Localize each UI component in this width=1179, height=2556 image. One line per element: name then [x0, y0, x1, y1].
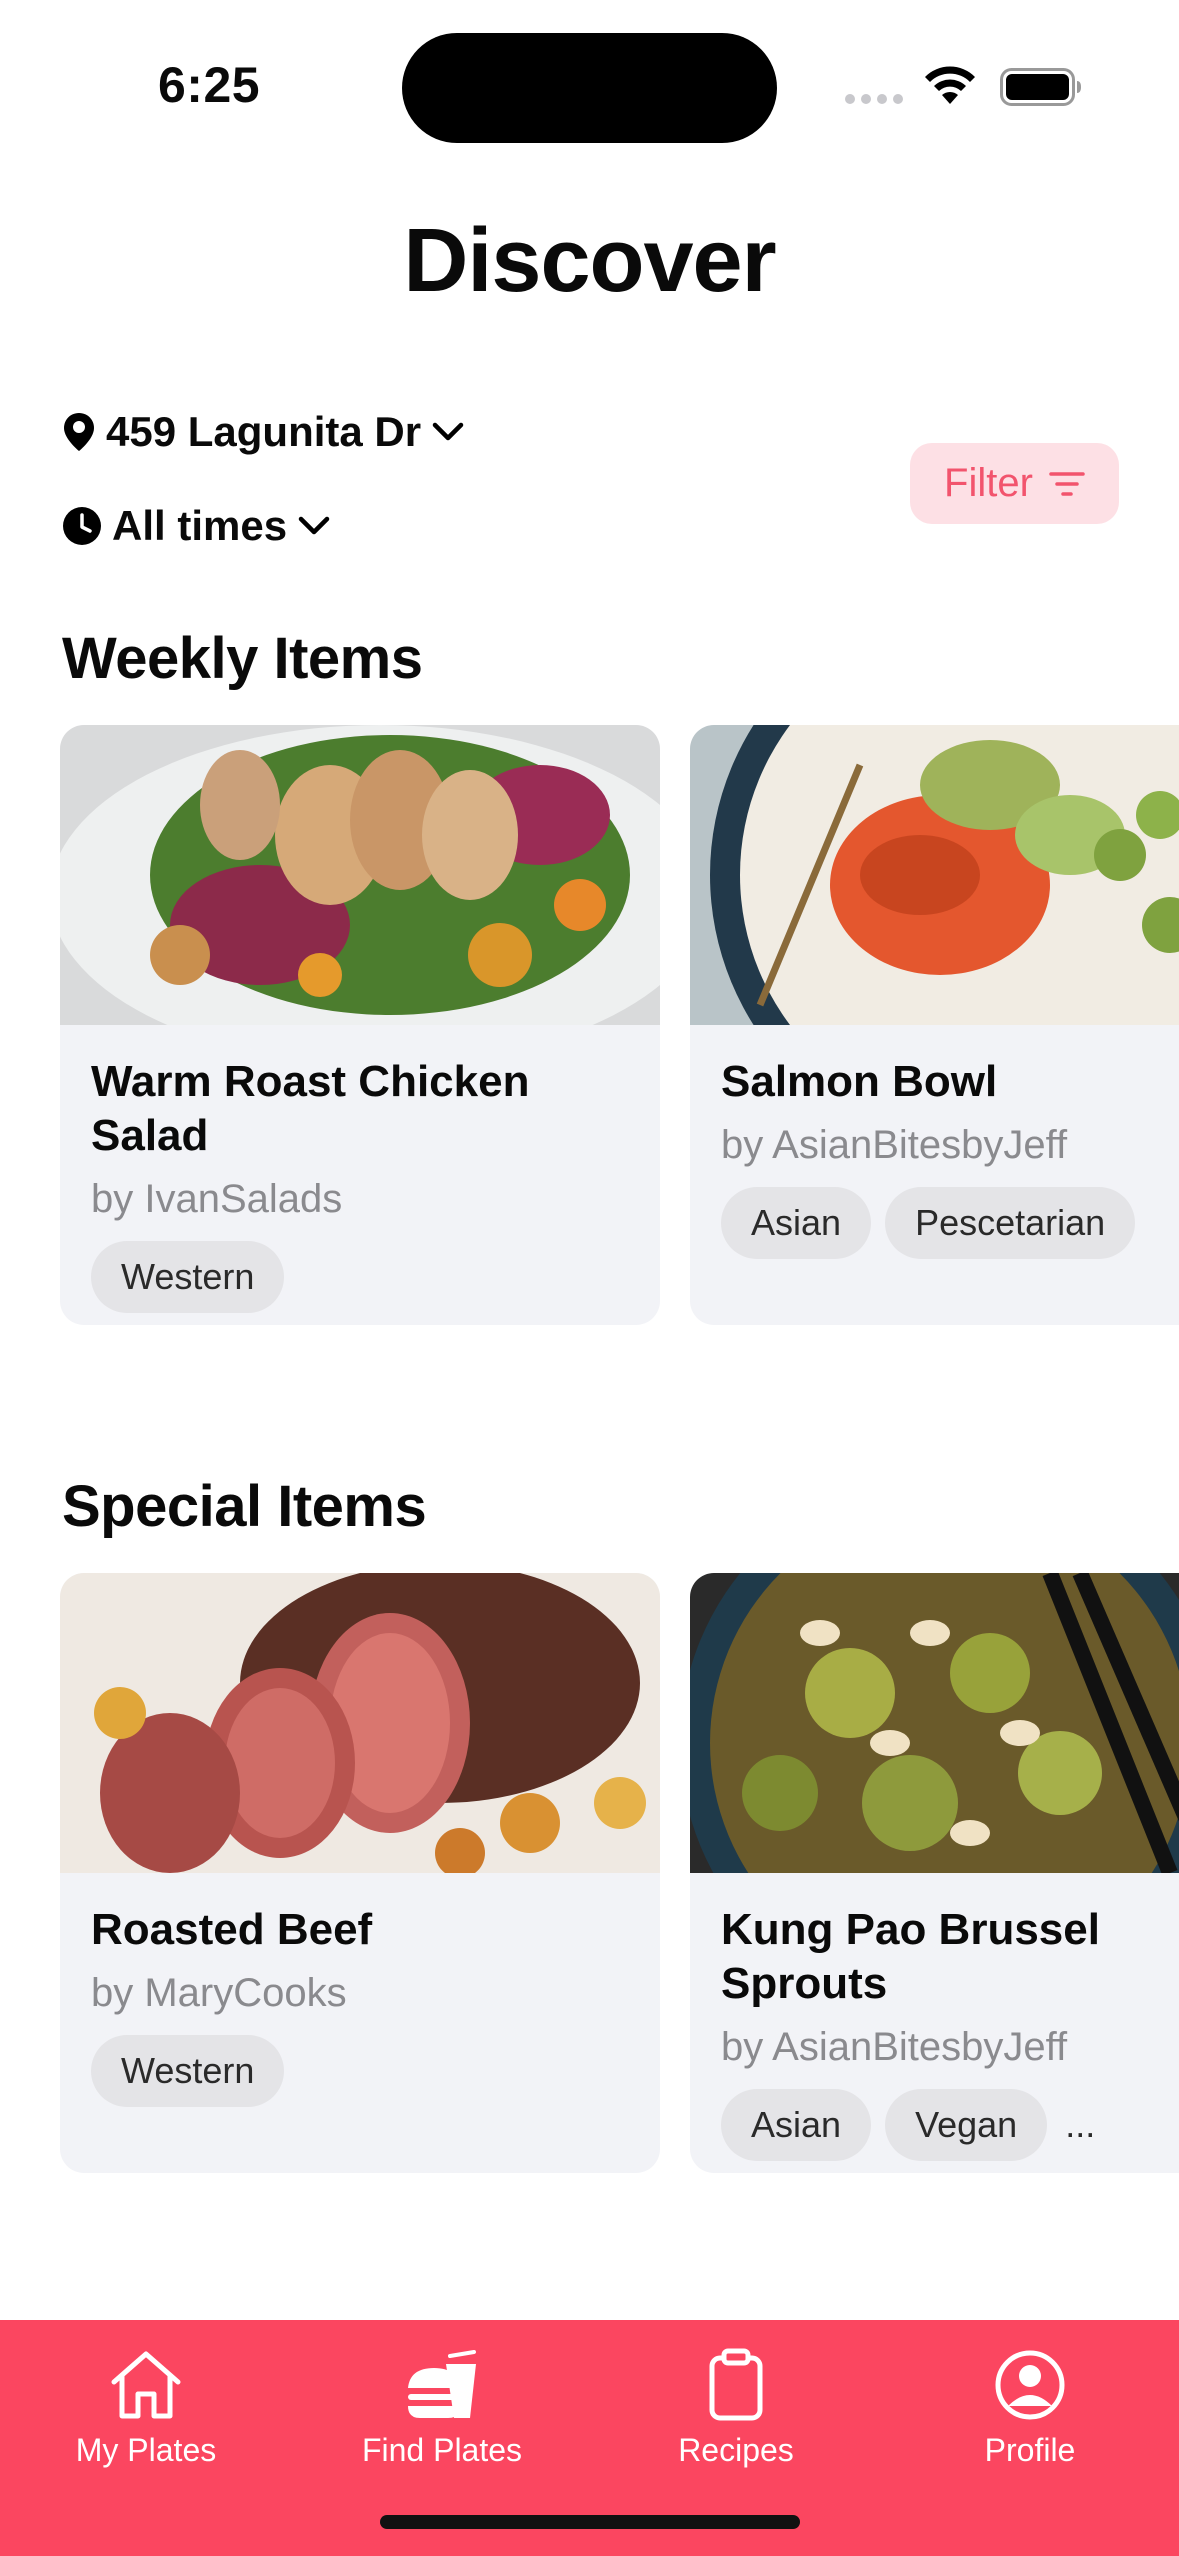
filter-icon [1049, 471, 1085, 496]
card-title: Roasted Beef [91, 1905, 373, 1954]
card-author: by AsianBitesbyJeff [721, 2025, 1068, 2069]
chevron-down-icon [298, 516, 330, 535]
tab-my-plates[interactable]: My Plates [26, 2348, 266, 2469]
card-author: by IvanSalads [91, 1177, 343, 1221]
time-selector[interactable]: All times [62, 502, 331, 550]
cellular-signal-icon [845, 94, 903, 104]
cuisine-tag: Pescetarian [885, 1187, 1136, 1259]
chicken-salad-image [60, 725, 660, 1025]
clock-icon [63, 507, 101, 545]
cuisine-tag: Asian [721, 1187, 872, 1259]
cuisine-tag: Vegan [885, 2089, 1048, 2161]
recipe-card[interactable]: Salmon Bowl by AsianBitesbyJeff Asian Pe… [690, 725, 1179, 1325]
cuisine-tag: Asian [721, 2089, 872, 2161]
page-title: Discover [403, 211, 776, 311]
kung-pao-sprouts-image [690, 1573, 1179, 1873]
chevron-down-icon [432, 422, 464, 441]
recipe-card[interactable]: Roasted Beef by MaryCooks Western [60, 1573, 660, 2173]
card-author: by MaryCooks [91, 1971, 347, 2015]
status-bar: 6:25 [0, 0, 1179, 170]
time-label: All times [112, 502, 288, 549]
filter-label: Filter [944, 461, 1033, 505]
salmon-bowl-image [690, 725, 1179, 1025]
status-time: 6:25 [158, 57, 261, 113]
burger-drink-icon [408, 2350, 476, 2418]
section-title-weekly: Weekly Items [62, 626, 423, 691]
recipe-card[interactable]: Kung Pao Brussel Sprouts by AsianBitesby… [690, 1573, 1179, 2173]
card-author: by AsianBitesbyJeff [721, 1123, 1068, 1167]
weekly-items-carousel[interactable]: Warm Roast Chicken Salad by IvanSalads W… [60, 725, 1179, 1325]
card-title: Warm Roast Chicken Salad [91, 1057, 530, 1160]
tab-profile[interactable]: Profile [910, 2348, 1150, 2469]
cuisine-tag: Western [91, 2035, 285, 2107]
tab-label: My Plates [75, 2432, 217, 2468]
tab-recipes[interactable]: Recipes [616, 2348, 856, 2469]
dynamic-island [402, 33, 777, 143]
battery-icon [1000, 68, 1081, 106]
location-selector[interactable]: 459 Lagunita Dr [62, 408, 465, 456]
tab-find-plates[interactable]: Find Plates [322, 2348, 562, 2469]
recipe-card[interactable]: Warm Roast Chicken Salad by IvanSalads W… [60, 725, 660, 1325]
location-pin-icon [64, 413, 94, 451]
wifi-icon [925, 66, 975, 104]
section-title-special: Special Items [62, 1474, 427, 1539]
clipboard-icon [709, 2348, 763, 2421]
tab-label: Find Plates [361, 2432, 523, 2468]
more-tags-indicator: ... [1065, 2104, 1096, 2145]
tab-label: Recipes [678, 2432, 794, 2468]
home-icon [111, 2351, 181, 2419]
card-title: Salmon Bowl [721, 1057, 998, 1106]
roasted-beef-image [60, 1573, 660, 1873]
special-items-carousel[interactable]: Roasted Beef by MaryCooks Western Kung P… [60, 1573, 1179, 2173]
card-title: Kung Pao Brussel Sprouts [721, 1905, 1100, 2008]
location-label: 459 Lagunita Dr [106, 408, 422, 455]
cuisine-tag: Western [91, 1241, 285, 1313]
profile-icon [995, 2350, 1065, 2420]
home-indicator [380, 2515, 800, 2529]
tab-label: Profile [984, 2432, 1076, 2468]
filter-button[interactable]: Filter [910, 443, 1119, 524]
